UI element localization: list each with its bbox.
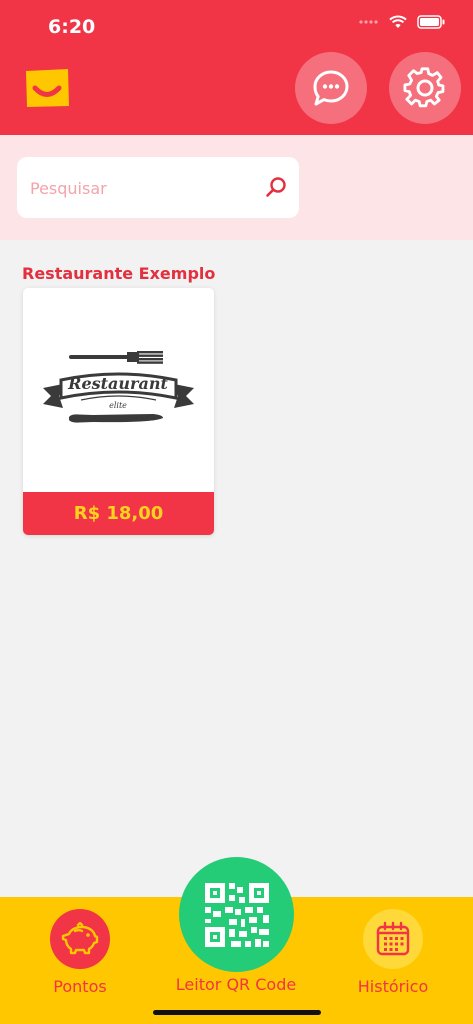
nav-historico-circle[interactable] [363, 909, 423, 969]
chat-button[interactable] [295, 52, 367, 124]
section-title: Restaurante Exemplo [22, 264, 216, 283]
search-input[interactable] [28, 173, 252, 203]
calendar-icon [376, 921, 410, 956]
knife-icon [69, 414, 163, 423]
signal-icon [359, 20, 378, 24]
nav-pontos-label: Pontos [53, 977, 107, 996]
app-logo [26, 69, 69, 107]
nav-historico-label: Histórico [357, 977, 429, 996]
nav-qr-label: Leitor QR Code [175, 975, 297, 994]
restaurant-logo-image: Restaurant elite [43, 351, 194, 423]
status-icons [359, 15, 445, 29]
banner-text: Restaurant [67, 374, 168, 393]
nav-qr-label-wrap[interactable]: Leitor QR Code [166, 975, 306, 994]
status-time: 6:20 [48, 16, 96, 38]
battery-icon [417, 15, 445, 29]
nav-pontos[interactable]: Pontos [44, 909, 116, 996]
app-header: 6:20 [0, 0, 473, 135]
qr-code-icon [204, 882, 269, 947]
home-indicator [153, 1010, 321, 1015]
product-card[interactable]: Restaurant elite R$ 18,00 [23, 288, 214, 535]
card-price: R$ 18,00 [23, 492, 214, 535]
fork-icon [69, 351, 163, 364]
piggy-bank-icon [61, 922, 99, 955]
banner: Restaurant elite [43, 372, 194, 410]
nav-historico[interactable]: Histórico [357, 909, 429, 996]
wifi-icon [389, 15, 407, 28]
nav-pontos-circle[interactable] [50, 909, 110, 969]
settings-button[interactable] [389, 52, 461, 124]
search-box[interactable] [17, 157, 299, 218]
banner-subtext: elite [109, 401, 127, 410]
gear-icon [403, 67, 445, 108]
search-icon[interactable] [265, 176, 287, 198]
qr-reader-button[interactable] [179, 857, 294, 972]
chat-bubble-icon [313, 70, 349, 106]
